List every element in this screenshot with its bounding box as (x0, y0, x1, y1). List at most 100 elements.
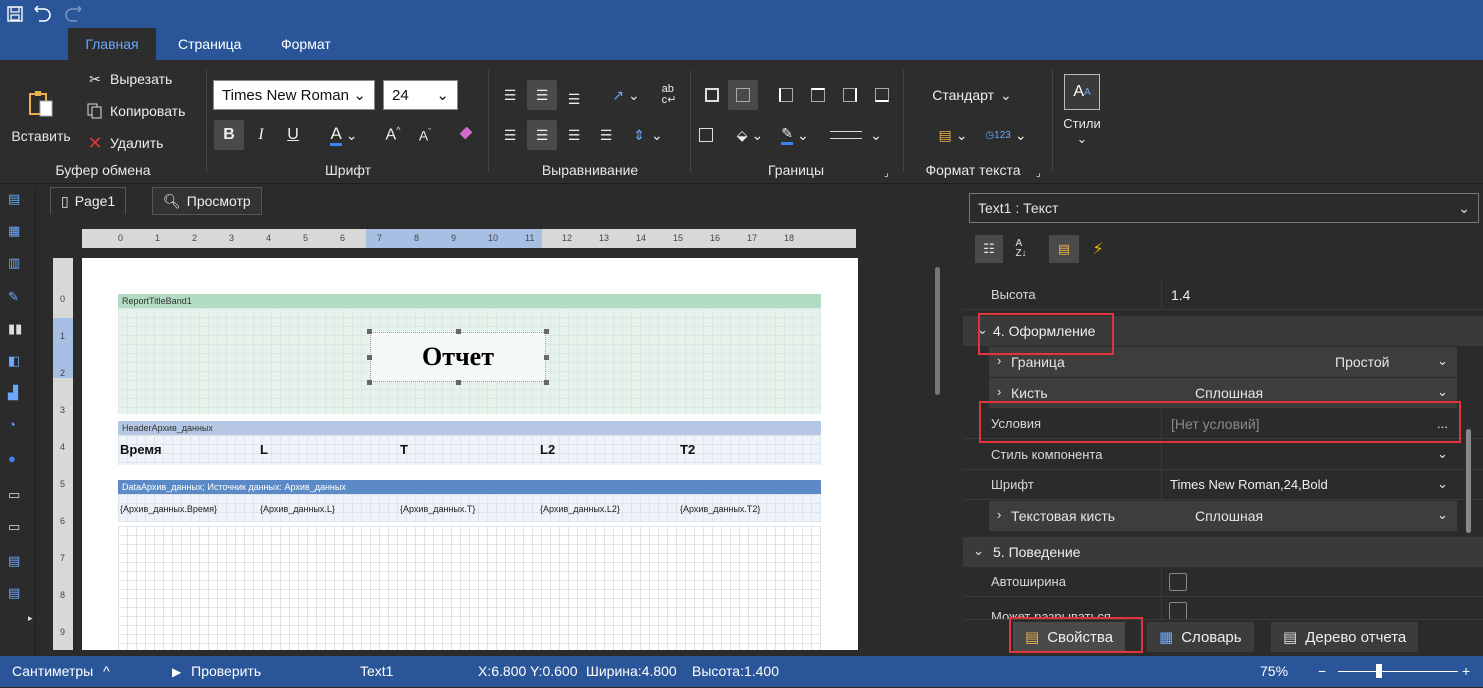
border-none-button[interactable] (728, 80, 758, 110)
text-format-select[interactable]: Стандарт ⌄ (925, 80, 1019, 110)
selection-handle[interactable] (456, 329, 461, 334)
dialog-launcher-icon[interactable]: ⌟ (1036, 168, 1041, 179)
font-size-select[interactable]: 24 ⌄ (383, 80, 458, 110)
align-center-button[interactable]: ☰ (527, 120, 557, 150)
border-settings-button[interactable] (694, 120, 718, 150)
component-icon[interactable]: ▥ (8, 255, 28, 275)
format-number-button[interactable]: ◷123 ⌄ (984, 120, 1028, 150)
align-middle-button[interactable]: ☰ (527, 80, 557, 110)
prop-row-font[interactable]: Шрифт Times New Roman,24,Bold ⌄ (963, 470, 1483, 500)
check-button[interactable]: ▶ Проверить (172, 656, 261, 688)
header-band-body[interactable] (118, 435, 821, 465)
header-cell[interactable]: T2 (680, 442, 695, 457)
styles-button[interactable]: AA Стили ⌄ (1060, 72, 1104, 158)
paste-button[interactable]: Вставить (8, 88, 74, 148)
data-field[interactable]: {Архив_данных.L} (260, 504, 335, 514)
border-color-button[interactable]: ✎ ⌄ (774, 120, 816, 150)
tab-preview[interactable]: 🔍︎ Просмотр (152, 187, 262, 215)
underline-button[interactable]: U (280, 120, 306, 150)
border-top-button[interactable] (804, 80, 832, 110)
title-band-header[interactable]: ReportTitleBand1 (118, 294, 821, 308)
tab-report-tree[interactable]: ▤ Дерево отчета (1271, 622, 1419, 652)
prop-row-style[interactable]: Стиль компонента ⌄ (963, 440, 1483, 470)
shrink-font-button[interactable]: Aˇ (412, 120, 438, 150)
chart-icon[interactable]: ▟ (8, 385, 28, 405)
justify-button[interactable]: ☰ (592, 120, 620, 150)
align-right-button[interactable]: ☰ (560, 120, 588, 150)
tab-page1[interactable]: ▯ Page1 (50, 187, 127, 215)
barcode-icon[interactable]: ▮▮ (8, 321, 28, 341)
font-name-select[interactable]: Times New Roman ⌄ (213, 80, 375, 110)
tab-home[interactable]: Главная (68, 28, 156, 60)
selection-handle[interactable] (367, 329, 372, 334)
tab-dictionary[interactable]: ▦ Словарь (1147, 622, 1254, 652)
text-area-icon[interactable]: ▤ (8, 585, 28, 605)
delete-button[interactable]: ✕ Удалить (86, 130, 163, 156)
selection-handle[interactable] (544, 355, 549, 360)
report-title-icon[interactable]: ▭ (8, 487, 28, 507)
format-currency-button[interactable]: ▤ ⌄ (932, 120, 974, 150)
redo-icon[interactable] (64, 5, 82, 23)
selection-handle[interactable] (367, 355, 372, 360)
data-field[interactable]: {Архив_данных.T2} (680, 504, 760, 514)
align-top-button[interactable]: ☰ (496, 80, 524, 110)
units-selector[interactable]: Сантиметры ^ (12, 656, 110, 687)
prop-row-text-brush[interactable]: › Текстовая кисть Сплошная ⌄ (989, 501, 1457, 531)
title-text-box[interactable]: Отчет (370, 332, 546, 382)
autowidth-checkbox[interactable] (1169, 573, 1187, 591)
shape-icon[interactable]: ◧ (8, 353, 28, 373)
header-cell[interactable]: L2 (540, 442, 555, 457)
pen-tool-icon[interactable]: ✎ (8, 289, 28, 309)
header-cell[interactable]: Время (120, 442, 162, 457)
zoom-slider-track[interactable] (1338, 671, 1458, 672)
grow-font-button[interactable]: A^ (380, 120, 406, 150)
page-header-icon[interactable]: ▭ (8, 519, 28, 539)
can-break-checkbox[interactable] (1169, 602, 1187, 619)
properties-view-button[interactable]: ▤ (1049, 235, 1079, 263)
text-component-icon[interactable]: ▤ (8, 553, 28, 573)
data-field[interactable]: {Архив_данных.Время} (120, 504, 217, 514)
italic-button[interactable]: I (248, 120, 274, 150)
align-bottom-button[interactable]: ☰ (560, 84, 588, 114)
header-cell[interactable]: L (260, 442, 268, 457)
border-all-button[interactable] (698, 80, 726, 110)
sort-az-button[interactable]: A Z↓ (1007, 235, 1035, 263)
line-spacing-button[interactable]: ⇕ ⌄ (626, 120, 670, 150)
data-band-header[interactable]: DataАрхив_данных; Источник данных: Архив… (118, 480, 821, 494)
cut-button[interactable]: ✂ Вырезать (86, 66, 172, 92)
zoom-out-icon[interactable]: − (1318, 656, 1326, 687)
events-button[interactable]: ⚡ (1085, 235, 1111, 263)
zoom-in-icon[interactable]: + (1462, 656, 1470, 687)
tab-format[interactable]: Формат (265, 28, 347, 60)
cross-band-icon[interactable]: ▦ (8, 223, 28, 243)
band-icon[interactable]: ▤ (8, 191, 28, 211)
border-right-button[interactable] (836, 80, 864, 110)
gauge-icon[interactable]: ◔ (8, 417, 28, 437)
data-field[interactable]: {Архив_данных.T} (400, 504, 475, 514)
undo-icon[interactable] (34, 5, 52, 23)
dialog-launcher-icon[interactable]: ⌟ (884, 168, 889, 179)
selection-handle[interactable] (544, 380, 549, 385)
zoom-slider-thumb[interactable] (1376, 664, 1382, 678)
map-icon[interactable]: ● (8, 451, 28, 471)
border-bottom-button[interactable] (868, 80, 896, 110)
prop-row-autowidth[interactable]: Автоширина (963, 567, 1483, 597)
categorized-button[interactable]: ☷ (975, 235, 1003, 263)
save-icon[interactable] (6, 5, 24, 23)
font-color-button[interactable]: A ⌄ (322, 120, 366, 150)
fill-color-button[interactable]: ⬙ ⌄ (730, 120, 770, 150)
wordwrap-button[interactable]: ab c↵ (656, 80, 682, 110)
bold-button[interactable]: B (214, 120, 244, 150)
data-field[interactable]: {Архив_данных.L2} (540, 504, 620, 514)
selection-handle[interactable] (367, 380, 372, 385)
component-select[interactable]: Text1 : Текст ⌄ (969, 193, 1479, 223)
category-behavior[interactable]: ⌄ 5. Поведение (963, 537, 1483, 567)
tab-page[interactable]: Страница (162, 28, 257, 60)
copy-button[interactable]: Копировать (86, 98, 185, 124)
selection-handle[interactable] (456, 380, 461, 385)
props-scrollbar[interactable] (1466, 429, 1471, 533)
selection-handle[interactable] (544, 329, 549, 334)
rotate-text-button[interactable]: ↗ ⌄ (604, 80, 648, 110)
prop-row-height[interactable]: Высота 1.4 (963, 280, 1483, 310)
header-band-header[interactable]: HeaderАрхив_данных (118, 421, 821, 435)
